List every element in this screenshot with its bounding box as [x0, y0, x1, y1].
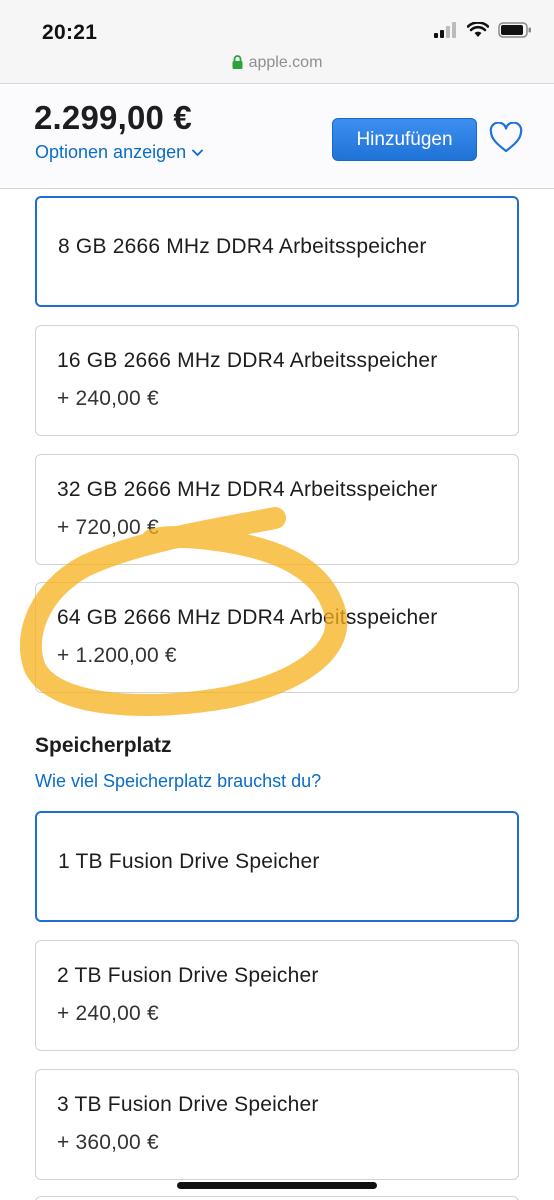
- memory-option-64gb[interactable]: 64 GB 2666 MHz DDR4 Arbeitsspeicher + 1.…: [35, 582, 519, 693]
- heart-icon[interactable]: [488, 122, 524, 154]
- add-to-bag-button[interactable]: Hinzufügen: [332, 118, 477, 161]
- url-bar[interactable]: apple.com: [0, 54, 554, 72]
- storage-option-title: 3 TB Fusion Drive Speicher: [57, 1093, 319, 1116]
- storage-section-title: Speicherplatz: [35, 734, 172, 757]
- storage-option-price: + 240,00 €: [57, 1002, 159, 1025]
- storage-option-1tb[interactable]: 1 TB Fusion Drive Speicher: [35, 811, 519, 922]
- memory-option-title: 16 GB 2666 MHz DDR4 Arbeitsspeicher: [57, 349, 438, 372]
- memory-option-8gb[interactable]: 8 GB 2666 MHz DDR4 Arbeitsspeicher: [35, 196, 519, 307]
- memory-option-price: + 240,00 €: [57, 387, 159, 410]
- storage-option-3tb[interactable]: 3 TB Fusion Drive Speicher + 360,00 €: [35, 1069, 519, 1180]
- battery-icon: [498, 22, 531, 38]
- total-price: 2.299,00 €: [34, 99, 192, 136]
- show-options-link[interactable]: Optionen anzeigen: [35, 142, 204, 163]
- wifi-icon: [467, 22, 489, 37]
- signal-icon: [434, 22, 456, 38]
- memory-option-32gb[interactable]: 32 GB 2666 MHz DDR4 Arbeitsspeicher + 72…: [35, 454, 519, 565]
- home-indicator: [177, 1182, 377, 1189]
- url-domain: apple.com: [248, 54, 323, 71]
- lock-icon: [232, 55, 243, 69]
- storage-option-title: 2 TB Fusion Drive Speicher: [57, 964, 319, 987]
- browser-top-bar: 20:21 apple.com: [0, 0, 554, 84]
- price-header: 2.299,00 € Optionen anzeigen Hinzufügen: [0, 85, 554, 189]
- memory-option-title: 8 GB 2666 MHz DDR4 Arbeitsspeicher: [58, 235, 427, 258]
- storage-option-title: 1 TB Fusion Drive Speicher: [58, 850, 320, 873]
- memory-option-title: 32 GB 2666 MHz DDR4 Arbeitsspeicher: [57, 478, 438, 501]
- storage-option-price: + 360,00 €: [57, 1131, 159, 1154]
- status-time: 20:21: [42, 21, 98, 44]
- storage-option-next[interactable]: [35, 1196, 519, 1200]
- memory-option-price: + 720,00 €: [57, 516, 159, 539]
- memory-option-16gb[interactable]: 16 GB 2666 MHz DDR4 Arbeitsspeicher + 24…: [35, 325, 519, 436]
- storage-help-link[interactable]: Wie viel Speicherplatz brauchst du?: [35, 771, 321, 792]
- show-options-label: Optionen anzeigen: [35, 142, 187, 162]
- memory-option-title: 64 GB 2666 MHz DDR4 Arbeitsspeicher: [57, 606, 438, 629]
- status-icons: [434, 22, 532, 38]
- chevron-down-icon: [192, 149, 204, 157]
- storage-option-2tb[interactable]: 2 TB Fusion Drive Speicher + 240,00 €: [35, 940, 519, 1051]
- memory-option-price: + 1.200,00 €: [57, 644, 177, 667]
